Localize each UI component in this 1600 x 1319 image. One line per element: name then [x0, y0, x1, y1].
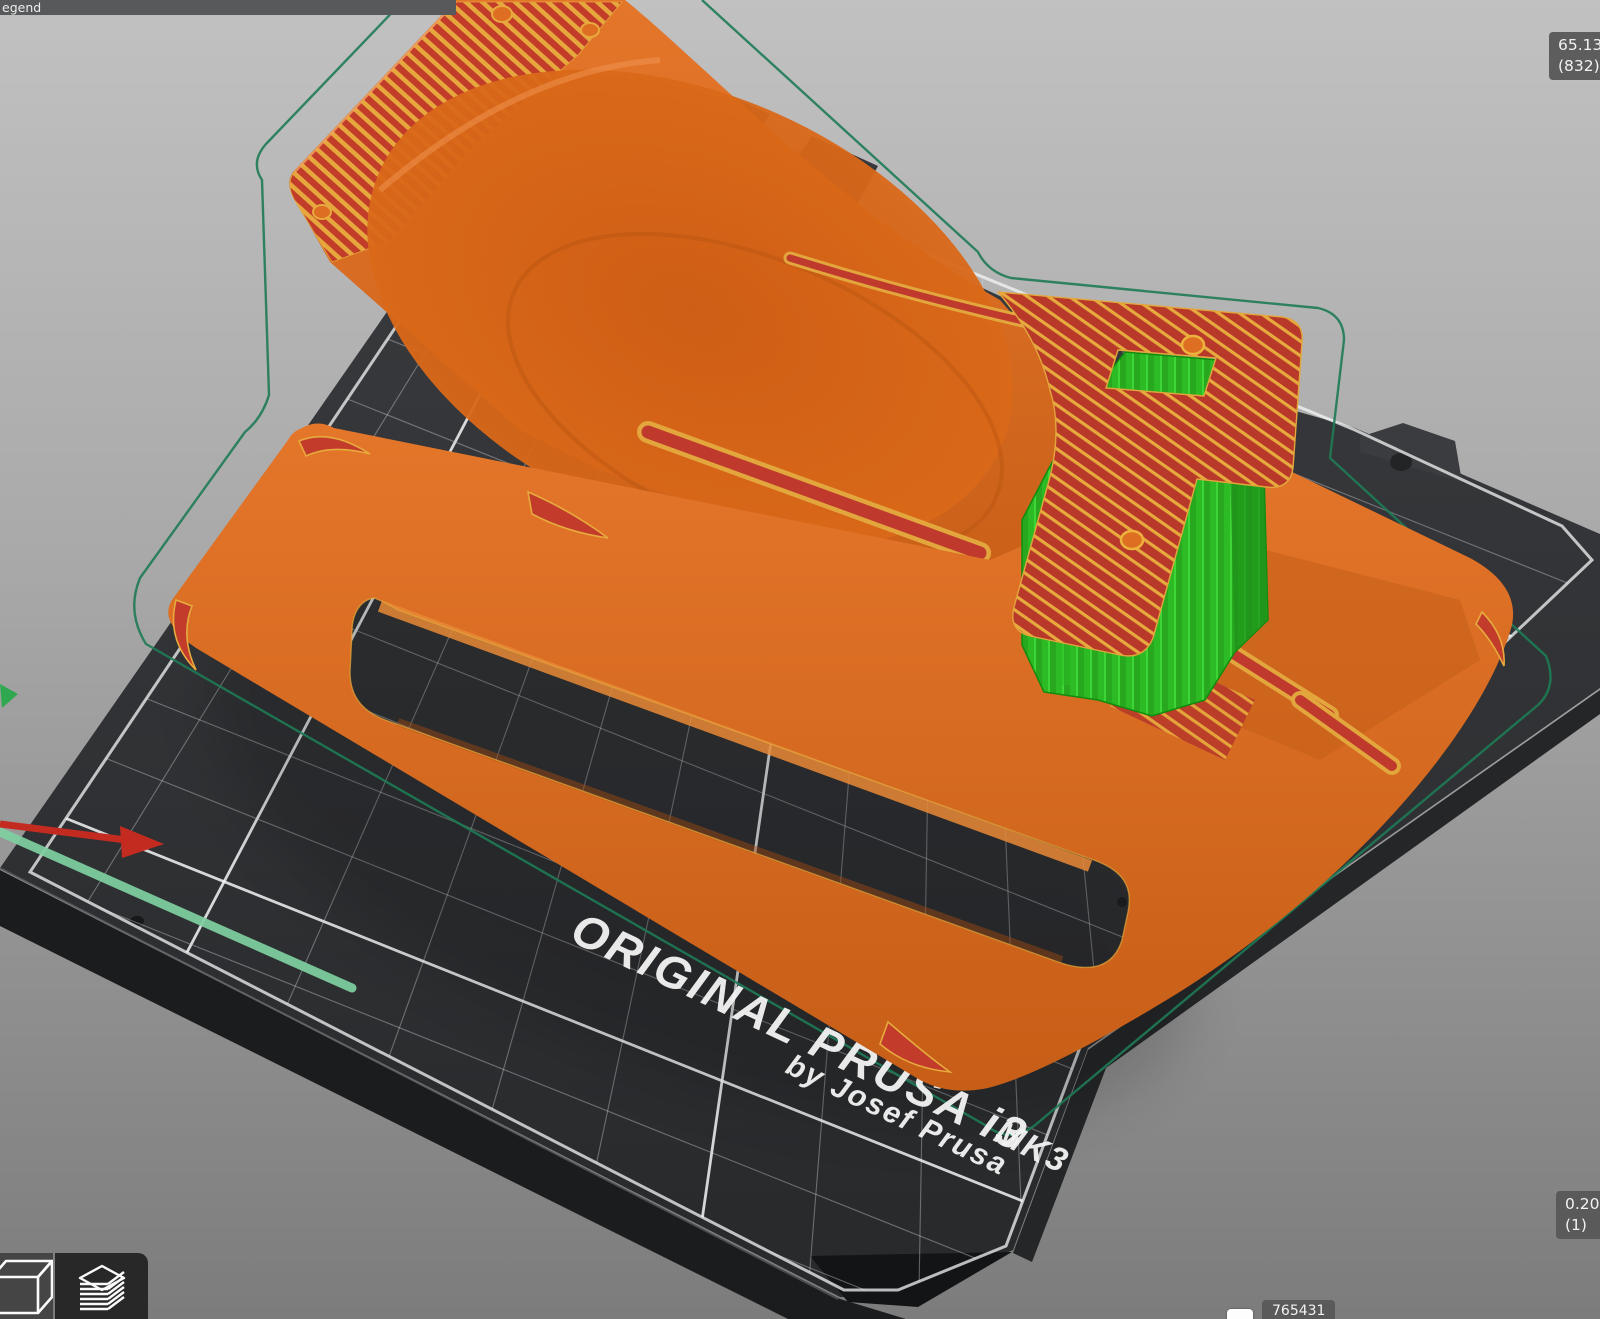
layers-stack-icon	[78, 1264, 125, 1311]
layer-number: (1)	[1565, 1216, 1587, 1234]
layer-height-value: 0.20	[1565, 1195, 1600, 1213]
view-mode-toolbar	[0, 1253, 148, 1319]
move-count: 765431	[1272, 1303, 1326, 1319]
sliced-preview-button[interactable]	[55, 1253, 148, 1319]
move-slider-handle[interactable]	[1227, 1309, 1253, 1319]
gcode-preview-canvas[interactable]: ORIGINAL PRUSA i3 MK3 by Josef Prusa	[0, 0, 1600, 1319]
move-slider-tooltip: 765431	[1262, 1300, 1336, 1319]
legend-panel-header: egend	[0, 0, 456, 15]
legend-title: egend	[2, 0, 42, 15]
slicer-preview-window: ORIGINAL PRUSA i3 MK3 by Josef Prusa ege…	[0, 0, 1600, 1319]
layer-number: (832)	[1558, 57, 1600, 75]
layer-slider-lower-tooltip: 0.20 (1)	[1556, 1191, 1600, 1239]
cube-3d-icon	[0, 1259, 53, 1315]
layer-height-value: 65.13	[1558, 36, 1600, 54]
layer-slider-upper-tooltip: 65.13 (832)	[1549, 32, 1600, 80]
editor-view-button[interactable]	[0, 1253, 53, 1319]
